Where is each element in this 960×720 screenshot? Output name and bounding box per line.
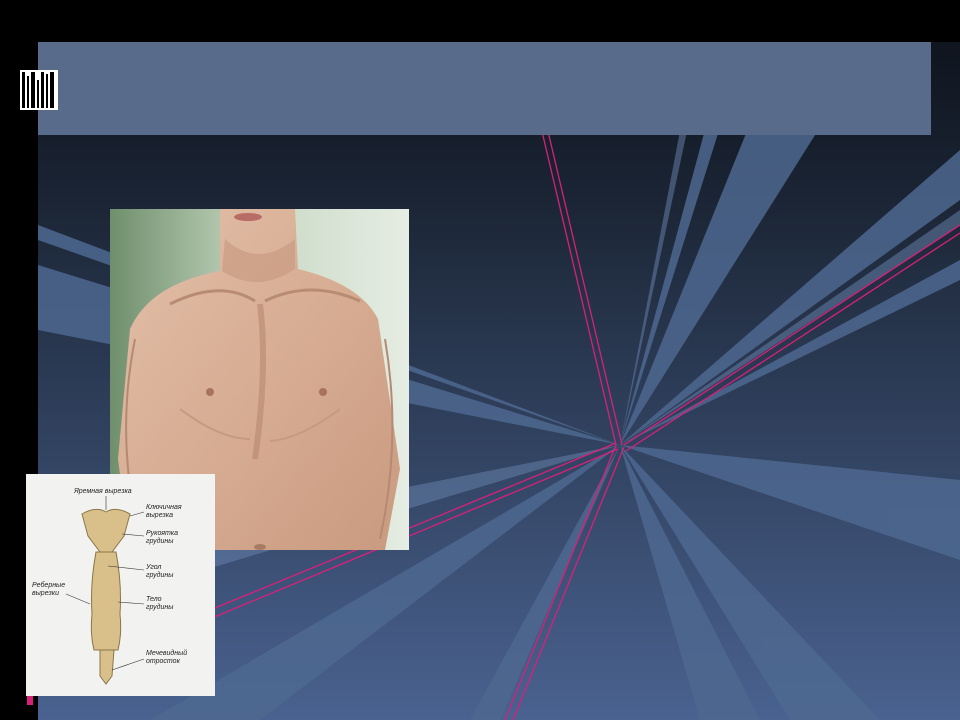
label-jugular-notch: Яремная вырезка <box>74 488 132 495</box>
title-bar <box>38 42 931 135</box>
label-sternal-angle: Угол грудины <box>146 564 174 579</box>
sternum-diagram: Яремная вырезка Ключичная вырезка Рукоят… <box>26 474 215 696</box>
top-black-strip <box>0 0 960 42</box>
label-clavicular-notch: Ключичная вырезка <box>146 504 182 519</box>
slide-canvas: Яремная вырезка Ключичная вырезка Рукоят… <box>0 0 960 720</box>
label-costal-notches: Реберные вырезки <box>32 582 66 597</box>
bullet-marker <box>27 696 33 705</box>
label-sternum-body: Тело грудины <box>146 596 174 611</box>
barcode-icon <box>20 70 58 110</box>
label-xiphoid: Мечевидный отросток <box>146 650 188 665</box>
label-manubrium: Рукоятка грудины <box>146 530 178 545</box>
